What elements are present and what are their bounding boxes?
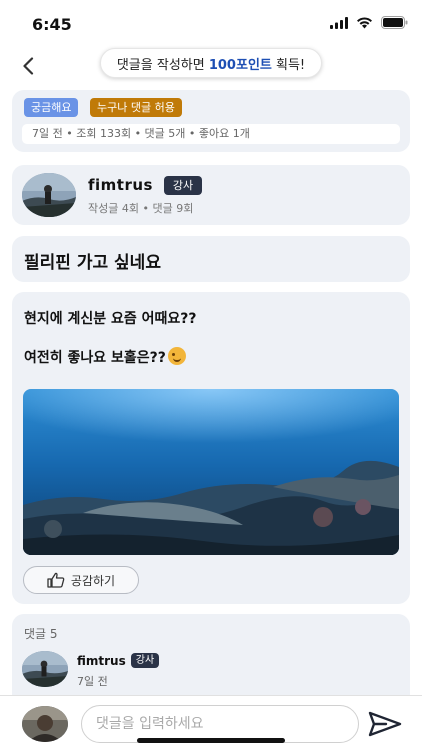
author-role-badge: 강사 xyxy=(164,176,202,195)
home-indicator xyxy=(137,738,285,743)
post-body-line: 현지에 계신분 요즘 어때요?? xyxy=(24,311,197,327)
promo-prefix: 댓글을 작성하면 xyxy=(116,57,209,73)
battery-icon xyxy=(381,16,408,29)
post-content-card: 현지에 계신분 요즘 어때요?? 여전히 좋나요 보홀은?? 공감하기 xyxy=(12,292,410,604)
my-avatar xyxy=(22,706,68,742)
winking-face-icon xyxy=(167,347,186,365)
points-promo-banner: 댓글을 작성하면 100포인트 획득! xyxy=(100,48,322,78)
like-button[interactable]: 공감하기 xyxy=(23,566,139,594)
author-name[interactable]: fimtrus xyxy=(88,176,153,194)
send-icon xyxy=(368,711,402,737)
post-title: 필리핀 가고 싶네요 xyxy=(24,253,161,273)
commenter-role-badge: 강사 xyxy=(131,653,159,668)
avatar-image xyxy=(22,173,76,217)
author-card[interactable]: fimtrus 강사 작성글 4회 • 댓글 9회 xyxy=(12,165,410,225)
commenter-name[interactable]: fimtrus xyxy=(77,654,126,668)
post-photo[interactable] xyxy=(23,389,399,555)
promo-suffix: 획득! xyxy=(271,57,306,73)
status-time: 6:45 xyxy=(32,15,72,34)
promo-highlight: 100포인트 xyxy=(208,57,272,73)
status-icons xyxy=(330,16,408,29)
tag-comment-permission: 누구나 댓글 허용 xyxy=(90,98,182,117)
comments-section: 댓글 5 fimtrus 강사 7일 전 xyxy=(12,614,410,704)
back-button[interactable] xyxy=(16,52,40,80)
like-button-label: 공감하기 xyxy=(70,573,116,588)
signal-icon xyxy=(330,16,348,29)
comment-time: 7일 전 xyxy=(77,675,108,688)
tag-category: 궁금해요 xyxy=(24,98,79,117)
status-bar: 6:45 xyxy=(0,0,422,44)
underwater-reef-image xyxy=(23,389,399,555)
commenter-avatar[interactable] xyxy=(22,651,68,687)
author-stats: 작성글 4회 • 댓글 9회 xyxy=(88,202,194,215)
send-button[interactable] xyxy=(368,710,402,738)
thumbs-up-icon xyxy=(47,572,65,588)
post-body-line-2: 여전히 좋나요 보홀은?? xyxy=(24,347,186,367)
wifi-icon xyxy=(357,16,372,28)
avatar-image xyxy=(22,651,68,687)
header: 댓글을 작성하면 100포인트 획득! xyxy=(0,44,422,84)
post-meta: 7일 전 • 조회 133회 • 댓글 5개 • 좋아요 1개 xyxy=(22,124,400,144)
avatar-image xyxy=(22,706,68,742)
comments-count: 댓글 5 xyxy=(24,627,58,641)
post-body-text: 여전히 좋나요 보홀은?? xyxy=(24,350,166,366)
post-tags-card: 궁금해요 누구나 댓글 허용 7일 전 • 조회 133회 • 댓글 5개 • … xyxy=(12,90,410,152)
post-title-card: 필리핀 가고 싶네요 xyxy=(12,236,410,282)
chevron-left-icon xyxy=(23,57,34,75)
author-avatar[interactable] xyxy=(22,173,76,217)
